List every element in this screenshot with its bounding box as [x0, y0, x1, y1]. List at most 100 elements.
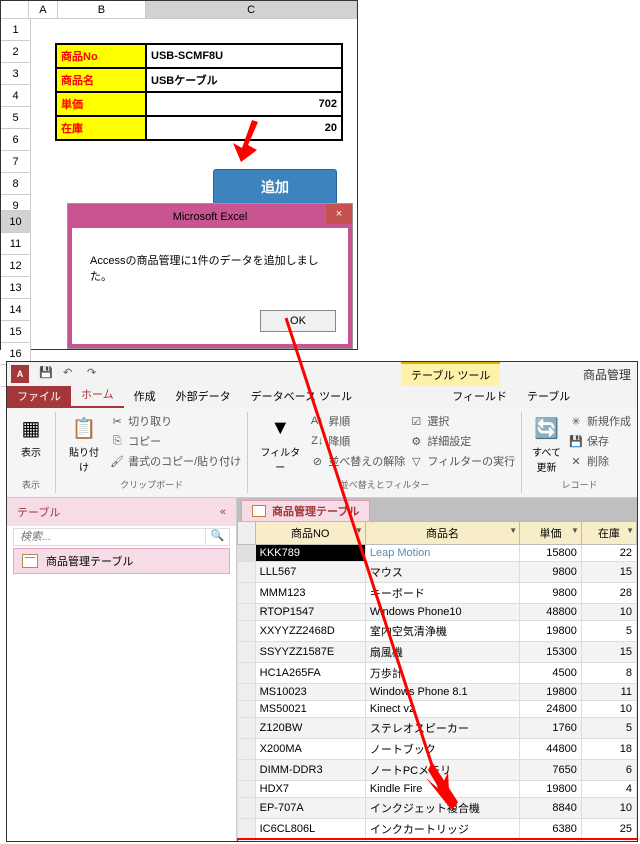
cell-stock[interactable]: 15	[581, 642, 636, 663]
product-name-label[interactable]: 商品名	[56, 68, 146, 92]
cell-stock[interactable]: 4	[581, 781, 636, 798]
cell-product-name[interactable]: キーボード	[365, 583, 519, 604]
table-row[interactable]: USB-SCMF8UUSBケーブル70220	[238, 840, 637, 842]
cell-product-name[interactable]: Leap Motion	[365, 545, 519, 562]
cell-stock[interactable]: 20	[581, 840, 636, 842]
row-selector[interactable]	[238, 562, 256, 583]
cell-stock[interactable]: 28	[581, 583, 636, 604]
cell-product-no[interactable]: KKK789	[255, 545, 365, 562]
cell-price[interactable]: 9800	[520, 562, 582, 583]
table-row[interactable]: IC6CL806Lインクカートリッジ638025	[238, 819, 637, 840]
msgbox-close-button[interactable]: ×	[326, 204, 352, 224]
row-selector[interactable]	[238, 701, 256, 718]
table-row[interactable]: HC1A265FA万歩計45008	[238, 663, 637, 684]
cell-stock[interactable]: 11	[581, 684, 636, 701]
refresh-all-button[interactable]: 🔄 すべて 更新	[528, 412, 565, 476]
row-selector[interactable]	[238, 781, 256, 798]
cell-stock[interactable]: 15	[581, 562, 636, 583]
cell-product-no[interactable]: X200MA	[255, 739, 365, 760]
row-header-14[interactable]: 14	[1, 299, 31, 321]
tab-database-tools[interactable]: データベース ツール	[241, 384, 363, 408]
cell-product-no[interactable]: Z120BW	[255, 718, 365, 739]
nav-pane-header[interactable]: テーブル «	[7, 498, 236, 526]
new-record-button[interactable]: ✳新規作成	[569, 412, 631, 430]
format-painter-button[interactable]: 🖌書式のコピー/貼り付け	[110, 452, 241, 470]
cell-product-name[interactable]: マウス	[365, 562, 519, 583]
cell-stock[interactable]: 6	[581, 760, 636, 781]
cell-price[interactable]: 24800	[520, 701, 582, 718]
cell-product-no[interactable]: XXYYZZ2468D	[255, 621, 365, 642]
cell-product-name[interactable]: USBケーブル	[365, 840, 519, 842]
row-selector[interactable]	[238, 840, 256, 842]
col-header-price[interactable]: 単価▼	[520, 522, 582, 545]
cell-product-name[interactable]: Kinect v2	[365, 701, 519, 718]
row-header-3[interactable]: 3	[1, 63, 31, 85]
cell-price[interactable]: 19800	[520, 781, 582, 798]
cell-price[interactable]: 4500	[520, 663, 582, 684]
row-header-13[interactable]: 13	[1, 277, 31, 299]
cell-product-name[interactable]: Windows Phone10	[365, 604, 519, 621]
row-selector[interactable]	[238, 604, 256, 621]
save-icon[interactable]: 💾	[39, 366, 55, 382]
cell-price[interactable]: 6380	[520, 819, 582, 840]
table-row[interactable]: MS10023Windows Phone 8.11980011	[238, 684, 637, 701]
doc-tab[interactable]: 商品管理テーブル	[241, 500, 370, 521]
cell-price[interactable]: 48800	[520, 604, 582, 621]
row-header-9[interactable]: 9	[1, 195, 31, 211]
row-header-2[interactable]: 2	[1, 41, 31, 63]
cell-product-no[interactable]: MS10023	[255, 684, 365, 701]
table-row[interactable]: MS50021Kinect v22480010	[238, 701, 637, 718]
cell-product-no[interactable]: EP-707A	[255, 798, 365, 819]
table-row[interactable]: DIMM-DDR3ノートPCメモリ76506	[238, 760, 637, 781]
sort-desc-button[interactable]: Z↓降順	[310, 432, 405, 450]
row-selector[interactable]	[238, 621, 256, 642]
cell-product-no[interactable]: HDX7	[255, 781, 365, 798]
cell-product-name[interactable]: Windows Phone 8.1	[365, 684, 519, 701]
cell-product-name[interactable]: ステレオスピーカー	[365, 718, 519, 739]
row-selector[interactable]	[238, 583, 256, 604]
cell-product-name[interactable]: 万歩計	[365, 663, 519, 684]
row-header-11[interactable]: 11	[1, 233, 31, 255]
table-row[interactable]: LLL567マウス980015	[238, 562, 637, 583]
chevron-left-icon[interactable]: «	[220, 506, 226, 518]
dropdown-icon[interactable]: ▼	[626, 526, 634, 535]
dropdown-icon[interactable]: ▼	[509, 526, 517, 535]
cell-product-no[interactable]: HC1A265FA	[255, 663, 365, 684]
cell-product-no[interactable]: DIMM-DDR3	[255, 760, 365, 781]
table-row[interactable]: Z120BWステレオスピーカー17605	[238, 718, 637, 739]
table-row[interactable]: XXYYZZ2468D室内空気清浄機198005	[238, 621, 637, 642]
table-row[interactable]: MMM123キーボード980028	[238, 583, 637, 604]
cell-stock[interactable]: 10	[581, 798, 636, 819]
cell-stock[interactable]: 18	[581, 739, 636, 760]
cell-product-no[interactable]: RTOP1547	[255, 604, 365, 621]
row-header-6[interactable]: 6	[1, 129, 31, 151]
sort-asc-button[interactable]: A↓昇順	[310, 412, 405, 430]
selection-button[interactable]: ☑選択	[409, 412, 515, 430]
filter-button[interactable]: ▼ フィルター	[254, 412, 306, 476]
view-button[interactable]: ▦ 表示	[13, 412, 49, 461]
col-header-product-name[interactable]: 商品名▼	[365, 522, 519, 545]
toggle-filter-button[interactable]: ▽フィルターの実行	[409, 452, 515, 470]
cell-price[interactable]: 15800	[520, 545, 582, 562]
cell-product-name[interactable]: 扇風機	[365, 642, 519, 663]
remove-sort-button[interactable]: ⊘並べ替えの解除	[310, 452, 405, 470]
cell-price[interactable]: 7650	[520, 760, 582, 781]
row-header-4[interactable]: 4	[1, 85, 31, 107]
cell-product-name[interactable]: インクジェット複合機	[365, 798, 519, 819]
msgbox-ok-button[interactable]: OK	[260, 310, 336, 332]
cut-button[interactable]: ✂切り取り	[110, 412, 241, 430]
cell-product-no[interactable]: USB-SCMF8U	[255, 840, 365, 842]
cell-product-no[interactable]: MS50021	[255, 701, 365, 718]
cell-stock[interactable]: 5	[581, 621, 636, 642]
delete-record-button[interactable]: ✕削除	[569, 452, 631, 470]
dropdown-icon[interactable]: ▼	[355, 526, 363, 535]
cell-stock[interactable]: 22	[581, 545, 636, 562]
col-header-a[interactable]: A	[29, 1, 57, 18]
tab-table[interactable]: テーブル	[517, 384, 580, 408]
row-header-10[interactable]: 10	[1, 211, 31, 233]
row-selector[interactable]	[238, 642, 256, 663]
cell-price[interactable]: 702	[520, 840, 582, 842]
tab-file[interactable]: ファイル	[7, 384, 71, 408]
cell-product-no[interactable]: IC6CL806L	[255, 819, 365, 840]
row-selector[interactable]	[238, 663, 256, 684]
